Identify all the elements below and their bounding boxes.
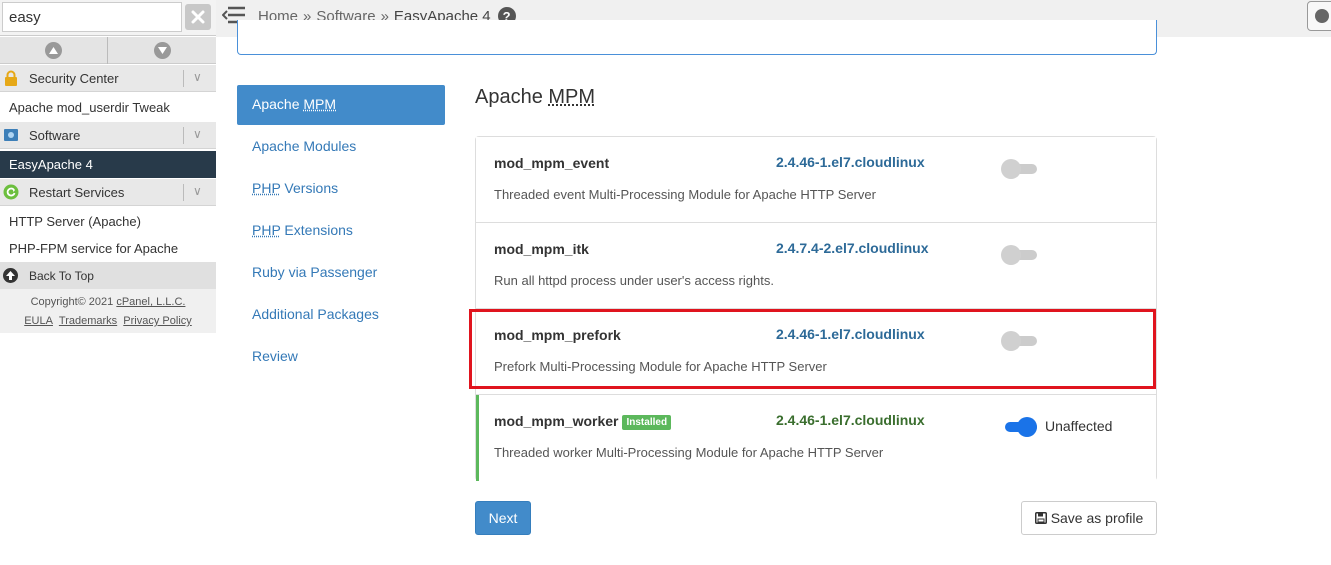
copyright-footer: Copyright© 2021 cPanel, L.L.C. EULA Trad… <box>0 289 216 333</box>
search-bar <box>0 0 216 36</box>
company-link[interactable]: cPanel, L.L.C. <box>116 296 185 308</box>
module-description: Prefork Multi-Processing Module for Apac… <box>494 359 827 374</box>
sidebar-group-label: Software <box>29 128 81 143</box>
module-toggle[interactable] <box>1001 159 1037 179</box>
chevron-down-icon[interactable]: ∨ <box>193 127 202 141</box>
save-as-profile-button[interactable]: Save as profile <box>1021 501 1157 535</box>
step-php-extensions[interactable]: PHP Extensions <box>237 211 445 251</box>
sidebar-item-apache-mod-userdir-tweak[interactable]: Apache mod_userdir Tweak <box>0 94 216 121</box>
lock-icon <box>5 70 17 86</box>
step-label-abbr: PHP <box>252 180 281 196</box>
step-label-abbr: MPM <box>303 96 337 112</box>
sidebar-group-label: Restart Services <box>29 185 125 200</box>
step-apache-modules[interactable]: Apache Modules <box>237 127 445 167</box>
chevron-down-icon <box>153 42 171 59</box>
divider <box>183 184 184 201</box>
scroll-down-button[interactable] <box>108 37 216 64</box>
floppy-disk-icon <box>1034 512 1047 524</box>
module-version: 2.4.46-1.el7.cloudlinux <box>776 326 925 342</box>
step-ruby-via-passenger[interactable]: Ruby via Passenger <box>237 253 445 293</box>
section-title-text: Apache <box>475 86 549 108</box>
module-row-mod-mpm-worker: mod_mpm_worker Installed 2.4.46-1.el7.clo… <box>476 395 1156 481</box>
sidebar: Security Center ∨ Apache mod_userdir Twe… <box>0 0 216 565</box>
module-name: mod_mpm_event <box>494 155 610 171</box>
software-icon <box>4 129 18 141</box>
module-row-mod-mpm-itk: mod_mpm_itk 2.4.7.4-2.el7.cloudlinux Run… <box>476 223 1156 309</box>
chevron-down-icon[interactable]: ∨ <box>193 184 202 198</box>
module-toggle[interactable] <box>1001 331 1037 351</box>
eula-link[interactable]: EULA <box>24 315 53 327</box>
module-toggle[interactable] <box>1001 417 1037 437</box>
sidebar-scroll-controls <box>0 37 216 64</box>
section-title-abbr: MPM <box>548 86 596 108</box>
step-review[interactable]: Review <box>237 337 445 377</box>
sidebar-group-restart-services[interactable]: Restart Services ∨ <box>0 179 216 206</box>
restart-icon <box>3 184 19 200</box>
step-label-abbr: PHP <box>252 222 281 238</box>
previous-panel <box>237 20 1157 55</box>
module-name: mod_mpm_itk <box>494 241 589 257</box>
module-list: mod_mpm_event 2.4.46-1.el7.cloudlinux Th… <box>475 136 1157 481</box>
module-version: 2.4.46-1.el7.cloudlinux <box>776 154 925 170</box>
save-as-profile-label: Save as profile <box>1050 510 1144 526</box>
privacy-policy-link[interactable]: Privacy Policy <box>123 315 191 327</box>
chevron-up-icon <box>45 42 62 59</box>
sidebar-group-security-center[interactable]: Security Center ∨ <box>0 65 216 92</box>
back-to-top-label: Back To Top <box>29 269 94 283</box>
module-name-text: mod_mpm_worker <box>494 413 619 429</box>
step-apache-mpm[interactable]: Apache MPM <box>237 85 445 125</box>
step-label: Apache <box>252 96 304 112</box>
copyright-text: Copyright© 2021 <box>30 296 114 308</box>
sidebar-item-easyapache-4[interactable]: EasyApache 4 <box>0 151 216 178</box>
back-to-top-button[interactable]: Back To Top <box>0 262 216 289</box>
sidebar-item-php-fpm[interactable]: PHP-FPM service for Apache <box>0 235 216 262</box>
section-title: Apache MPM <box>475 86 595 109</box>
trademarks-link[interactable]: Trademarks <box>59 315 117 327</box>
close-button[interactable] <box>1307 1 1331 31</box>
sidebar-group-label: Security Center <box>29 71 119 86</box>
step-label: Versions <box>280 180 339 196</box>
module-description: Run all httpd process under user's acces… <box>494 273 774 288</box>
step-php-versions[interactable]: PHP Versions <box>237 169 445 209</box>
divider <box>183 127 184 144</box>
module-version: 2.4.7.4-2.el7.cloudlinux <box>776 240 929 256</box>
chevron-down-icon[interactable]: ∨ <box>193 70 202 84</box>
clear-search-button[interactable] <box>185 4 211 30</box>
scroll-up-button[interactable] <box>0 37 108 64</box>
divider <box>183 70 184 87</box>
module-row-mod-mpm-event: mod_mpm_event 2.4.46-1.el7.cloudlinux Th… <box>476 137 1156 223</box>
module-description: Threaded event Multi-Processing Module f… <box>494 187 876 202</box>
module-name: mod_mpm_worker Installed <box>494 413 672 430</box>
installed-badge: Installed <box>622 415 672 430</box>
step-additional-packages[interactable]: Additional Packages <box>237 295 445 335</box>
module-description: Threaded worker Multi-Processing Module … <box>494 445 884 460</box>
module-row-mod-mpm-prefork: mod_mpm_prefork 2.4.46-1.el7.cloudlinux … <box>476 309 1156 395</box>
close-icon <box>191 10 205 24</box>
arrow-up-icon <box>3 268 18 283</box>
next-button[interactable]: Next <box>475 501 531 535</box>
module-toggle[interactable] <box>1001 245 1037 265</box>
module-name: mod_mpm_prefork <box>494 327 621 343</box>
module-status: Unaffected <box>1045 418 1113 434</box>
close-icon <box>1315 9 1329 23</box>
sidebar-group-software[interactable]: Software ∨ <box>0 122 216 149</box>
sidebar-item-http-server[interactable]: HTTP Server (Apache) <box>0 208 216 235</box>
step-label: Extensions <box>280 222 353 238</box>
search-input[interactable] <box>2 2 182 32</box>
module-version: 2.4.46-1.el7.cloudlinux <box>776 412 925 428</box>
